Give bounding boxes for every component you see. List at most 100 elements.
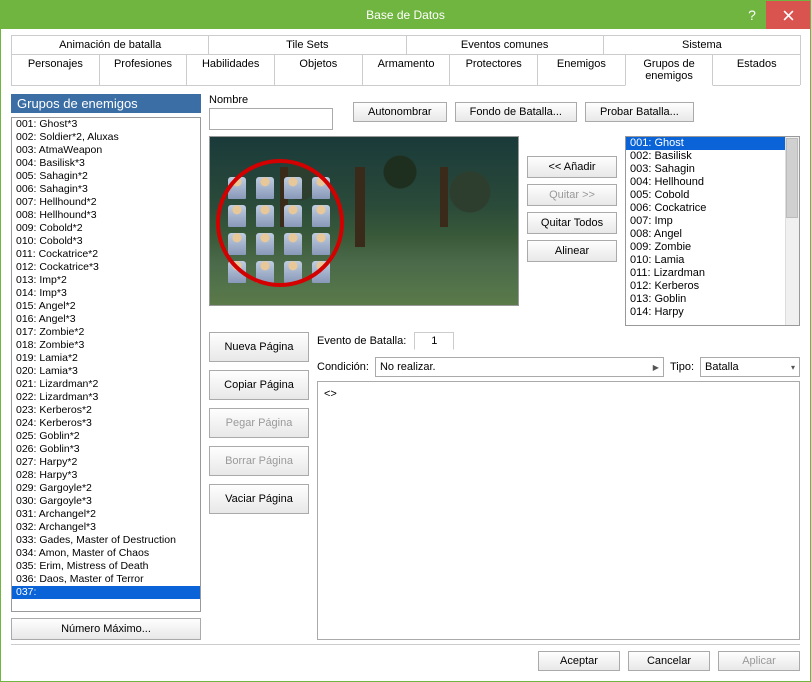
list-item[interactable]: 037: — [12, 586, 200, 599]
condition-value: No realizar. — [380, 361, 436, 373]
tab[interactable]: Armamento — [362, 54, 451, 85]
list-item[interactable]: 004: Hellhound — [626, 176, 799, 189]
list-item[interactable]: 011: Lizardman — [626, 267, 799, 280]
list-item[interactable]: 018: Zombie*3 — [12, 339, 200, 352]
list-item[interactable]: 002: Basilisk — [626, 150, 799, 163]
list-item[interactable]: 015: Angel*2 — [12, 300, 200, 313]
list-item[interactable]: 005: Sahagin*2 — [12, 170, 200, 183]
list-item[interactable]: 012: Cockatrice*3 — [12, 261, 200, 274]
group-list-header: Grupos de enemigos — [11, 94, 201, 113]
list-item[interactable]: 009: Cobold*2 — [12, 222, 200, 235]
list-item[interactable]: 026: Goblin*3 — [12, 443, 200, 456]
list-item[interactable]: 006: Sahagin*3 — [12, 183, 200, 196]
list-item[interactable]: 029: Gargoyle*2 — [12, 482, 200, 495]
tab[interactable]: Estados — [712, 54, 801, 85]
list-item[interactable]: 020: Lamia*3 — [12, 365, 200, 378]
script-content: <> — [324, 388, 337, 400]
list-item[interactable]: 036: Daos, Master of Terror — [12, 573, 200, 586]
highlight-circle — [216, 159, 344, 287]
list-item[interactable]: 008: Hellhound*3 — [12, 209, 200, 222]
list-item[interactable]: 031: Archangel*2 — [12, 508, 200, 521]
tipo-select[interactable]: Batalla ▾ — [700, 357, 800, 377]
scrollbar[interactable] — [785, 137, 799, 325]
battle-event-label: Evento de Batalla: — [317, 335, 406, 347]
battle-bg-button[interactable]: Fondo de Batalla... — [455, 102, 577, 122]
tab[interactable]: Tile Sets — [208, 35, 406, 54]
new-page-button[interactable]: Nueva Página — [209, 332, 309, 362]
name-input[interactable] — [209, 108, 333, 130]
tab[interactable]: Profesiones — [99, 54, 188, 85]
scrollbar-thumb[interactable] — [786, 138, 798, 218]
autoname-button[interactable]: Autonombrar — [353, 102, 447, 122]
group-list[interactable]: 001: Ghost*3002: Soldier*2, Aluxas003: A… — [11, 117, 201, 612]
tab[interactable]: Animación de batalla — [11, 35, 209, 54]
close-button[interactable] — [766, 1, 810, 29]
list-item[interactable]: 007: Imp — [626, 215, 799, 228]
tab[interactable]: Objetos — [274, 54, 363, 85]
ok-button[interactable]: Aceptar — [538, 651, 620, 671]
list-item[interactable]: 027: Harpy*2 — [12, 456, 200, 469]
list-item[interactable]: 007: Hellhound*2 — [12, 196, 200, 209]
list-item[interactable]: 023: Kerberos*2 — [12, 404, 200, 417]
help-button[interactable]: ? — [738, 1, 766, 29]
list-item[interactable]: 034: Amon, Master of Chaos — [12, 547, 200, 560]
list-item[interactable]: 002: Soldier*2, Aluxas — [12, 131, 200, 144]
list-item[interactable]: 005: Cobold — [626, 189, 799, 202]
list-item[interactable]: 024: Kerberos*3 — [12, 417, 200, 430]
list-item[interactable]: 014: Imp*3 — [12, 287, 200, 300]
paste-page-button[interactable]: Pegar Página — [209, 408, 309, 438]
enemy-list[interactable]: 001: Ghost002: Basilisk003: Sahagin004: … — [625, 136, 800, 326]
list-item[interactable]: 017: Zombie*2 — [12, 326, 200, 339]
tab[interactable]: Habilidades — [186, 54, 275, 85]
clear-page-button[interactable]: Vaciar Página — [209, 484, 309, 514]
tipo-label: Tipo: — [670, 361, 694, 373]
condition-select[interactable]: No realizar. ▶ — [375, 357, 664, 377]
cancel-button[interactable]: Cancelar — [628, 651, 710, 671]
test-battle-button[interactable]: Probar Batalla... — [585, 102, 694, 122]
tab[interactable]: Personajes — [11, 54, 100, 85]
chevron-down-icon: ▾ — [791, 363, 795, 372]
list-item[interactable]: 019: Lamia*2 — [12, 352, 200, 365]
list-item[interactable]: 014: Harpy — [626, 306, 799, 319]
list-item[interactable]: 004: Basilisk*3 — [12, 157, 200, 170]
condition-label: Condición: — [317, 361, 369, 373]
list-item[interactable]: 009: Zombie — [626, 241, 799, 254]
tab[interactable]: Eventos comunes — [406, 35, 604, 54]
list-item[interactable]: 010: Cobold*3 — [12, 235, 200, 248]
list-item[interactable]: 008: Angel — [626, 228, 799, 241]
list-item[interactable]: 025: Goblin*2 — [12, 430, 200, 443]
list-item[interactable]: 033: Gades, Master of Destruction — [12, 534, 200, 547]
list-item[interactable]: 003: Sahagin — [626, 163, 799, 176]
list-item[interactable]: 013: Imp*2 — [12, 274, 200, 287]
add-enemy-button[interactable]: << Añadir — [527, 156, 617, 178]
apply-button[interactable]: Aplicar — [718, 651, 800, 671]
list-item[interactable]: 016: Angel*3 — [12, 313, 200, 326]
delete-page-button[interactable]: Borrar Página — [209, 446, 309, 476]
battle-preview — [209, 136, 519, 306]
list-item[interactable]: 013: Goblin — [626, 293, 799, 306]
remove-all-button[interactable]: Quitar Todos — [527, 212, 617, 234]
list-item[interactable]: 022: Lizardman*3 — [12, 391, 200, 404]
list-item[interactable]: 028: Harpy*3 — [12, 469, 200, 482]
event-script-box[interactable]: <> — [317, 381, 800, 640]
list-item[interactable]: 001: Ghost — [626, 137, 799, 150]
tab[interactable]: Protectores — [449, 54, 538, 85]
tab[interactable]: Sistema — [603, 35, 801, 54]
list-item[interactable]: 001: Ghost*3 — [12, 118, 200, 131]
list-item[interactable]: 003: AtmaWeapon — [12, 144, 200, 157]
list-item[interactable]: 012: Kerberos — [626, 280, 799, 293]
tab[interactable]: Grupos de enemigos — [625, 54, 714, 86]
list-item[interactable]: 032: Archangel*3 — [12, 521, 200, 534]
tab[interactable]: Enemigos — [537, 54, 626, 85]
list-item[interactable]: 011: Cockatrice*2 — [12, 248, 200, 261]
align-button[interactable]: Alinear — [527, 240, 617, 262]
list-item[interactable]: 010: Lamia — [626, 254, 799, 267]
list-item[interactable]: 021: Lizardman*2 — [12, 378, 200, 391]
copy-page-button[interactable]: Copiar Página — [209, 370, 309, 400]
max-number-button[interactable]: Número Máximo... — [11, 618, 201, 640]
list-item[interactable]: 035: Erim, Mistress of Death — [12, 560, 200, 573]
list-item[interactable]: 030: Gargoyle*3 — [12, 495, 200, 508]
remove-enemy-button[interactable]: Quitar >> — [527, 184, 617, 206]
event-page-tab[interactable]: 1 — [414, 332, 454, 350]
list-item[interactable]: 006: Cockatrice — [626, 202, 799, 215]
